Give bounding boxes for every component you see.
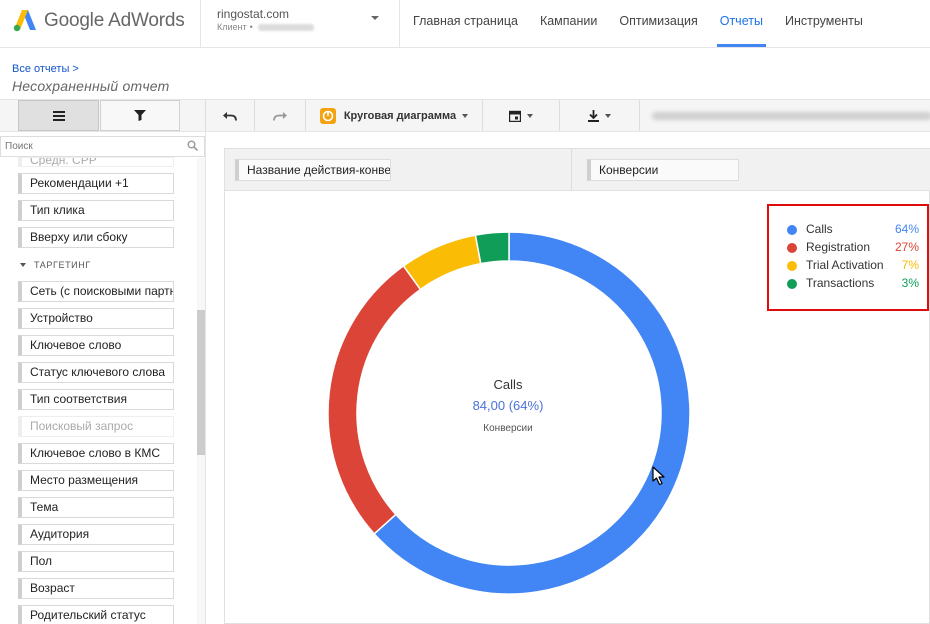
- legend-label: Transactions: [806, 276, 875, 290]
- chart-legend: Calls 64% Registration 27% Trial Activation 7…: [767, 204, 929, 311]
- legend-label: Registration: [806, 240, 871, 254]
- center-label-value: 84,00 (64%): [472, 398, 544, 413]
- legend-color-dot: [787, 279, 797, 289]
- legend-percent: 64%: [894, 222, 919, 236]
- legend-item[interactable]: Registration 27%: [787, 240, 927, 258]
- legend-color-dot: [787, 225, 797, 235]
- legend-label: Calls: [806, 222, 833, 236]
- app-window: Google AdWords ringostat.com Клиент • Гл…: [0, 0, 930, 624]
- donut-slice-registration[interactable]: [327, 264, 422, 535]
- legend-percent: 3%: [901, 276, 919, 290]
- center-label-metric: Конверсии: [483, 423, 533, 434]
- donut-slice-transactions[interactable]: [474, 231, 510, 265]
- donut-chart: [327, 231, 691, 595]
- legend-item[interactable]: Trial Activation 7%: [787, 258, 927, 276]
- legend-color-dot: [787, 243, 797, 253]
- mouse-cursor-icon: [652, 466, 665, 486]
- legend-percent: 7%: [901, 258, 919, 272]
- center-label-name: Calls: [493, 377, 523, 392]
- legend-item[interactable]: Transactions 3%: [787, 276, 927, 294]
- legend-color-dot: [787, 261, 797, 271]
- legend-percent: 27%: [894, 240, 919, 254]
- legend-item[interactable]: Calls 64%: [787, 222, 927, 240]
- donut-slice-trial-activation[interactable]: [402, 234, 482, 291]
- legend-label: Trial Activation: [806, 258, 884, 272]
